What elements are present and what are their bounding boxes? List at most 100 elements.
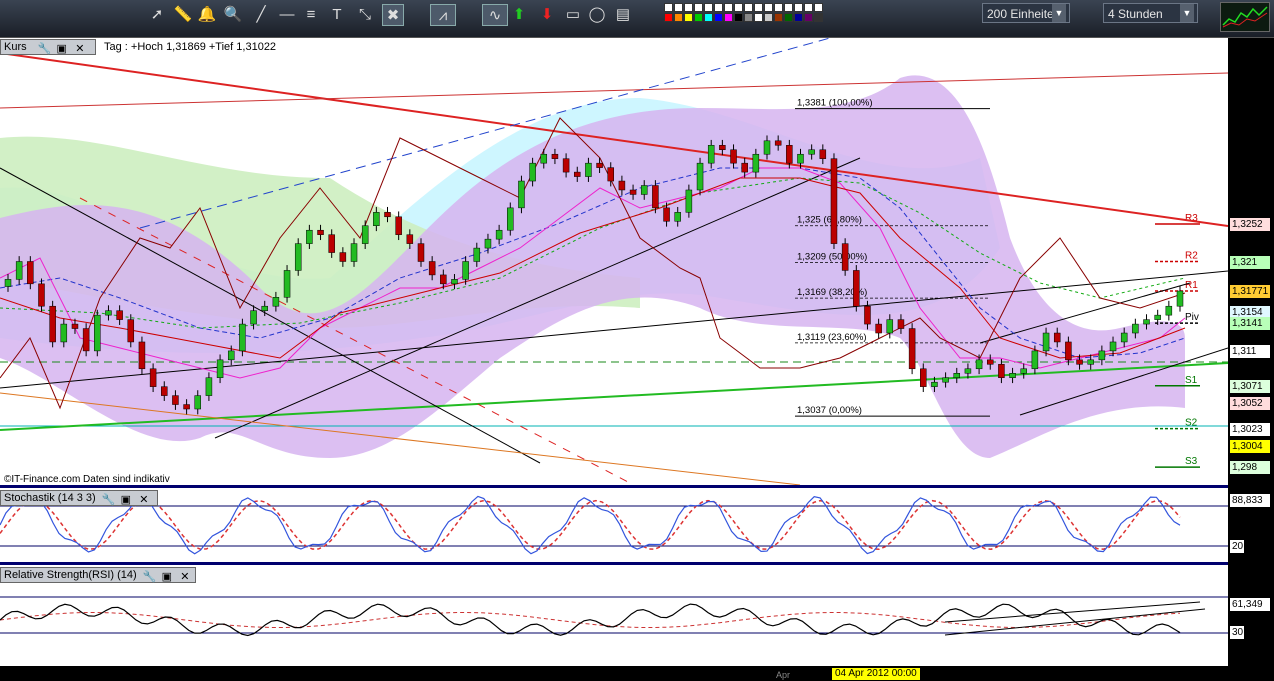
candle bbox=[1098, 350, 1106, 361]
ruler-icon[interactable]: 📏 bbox=[172, 4, 194, 26]
color-swatch[interactable] bbox=[664, 13, 673, 22]
pivot-label: S2 bbox=[1185, 418, 1198, 429]
candle bbox=[652, 185, 659, 209]
color-swatch[interactable] bbox=[764, 3, 773, 12]
interval-select[interactable]: 4 Stunden ▼ bbox=[1103, 3, 1198, 23]
color-swatch[interactable] bbox=[744, 3, 753, 12]
chart-style-icon[interactable]: ⩘ bbox=[430, 4, 456, 26]
candle bbox=[384, 212, 391, 218]
color-swatch[interactable] bbox=[694, 13, 703, 22]
price-chart[interactable]: 1,3381 (100,00%) 1,325 (61,80%) 1,3209 (50… bbox=[0, 38, 1228, 485]
candle bbox=[161, 386, 168, 396]
fibonacci-icon[interactable]: ≡ bbox=[300, 4, 322, 26]
color-swatch[interactable] bbox=[734, 13, 743, 22]
color-swatch[interactable] bbox=[764, 13, 773, 22]
color-swatch[interactable] bbox=[714, 13, 723, 22]
pivot-label: S1 bbox=[1185, 375, 1198, 386]
stochastic-value-label: 88,833 bbox=[1230, 494, 1270, 507]
color-swatch[interactable] bbox=[814, 13, 823, 22]
candle bbox=[495, 229, 503, 240]
color-swatch[interactable] bbox=[744, 13, 753, 22]
window-icon[interactable]: ▣ bbox=[161, 572, 173, 583]
candle bbox=[82, 328, 90, 352]
up-arrow-icon[interactable]: ⬆ bbox=[508, 4, 530, 26]
color-swatch[interactable] bbox=[724, 13, 733, 22]
window-icon[interactable]: ▣ bbox=[120, 495, 132, 506]
candle bbox=[1042, 332, 1050, 352]
price-scale-label: 1,3141 bbox=[1230, 317, 1270, 331]
color-swatch[interactable] bbox=[734, 3, 743, 12]
candle bbox=[998, 364, 1005, 378]
candle bbox=[864, 305, 871, 325]
stochastic-signal-line bbox=[0, 499, 1181, 550]
color-swatch[interactable] bbox=[774, 3, 783, 12]
wrench-icon[interactable]: 🔧 bbox=[102, 495, 116, 506]
color-swatch[interactable] bbox=[804, 13, 813, 22]
color-swatch[interactable] bbox=[704, 3, 713, 12]
stochastic-chart[interactable] bbox=[0, 488, 1228, 562]
color-swatch[interactable] bbox=[714, 3, 723, 12]
color-swatch[interactable] bbox=[784, 3, 793, 12]
color-swatch[interactable] bbox=[794, 13, 803, 22]
color-swatch[interactable] bbox=[804, 3, 813, 12]
candle bbox=[317, 229, 324, 235]
color-swatch[interactable] bbox=[684, 13, 693, 22]
color-swatch[interactable] bbox=[774, 13, 783, 22]
bars-select[interactable]: 200 Einheiten ▼ bbox=[982, 3, 1070, 23]
mini-chart-icon[interactable] bbox=[1220, 2, 1270, 32]
candle bbox=[964, 368, 972, 374]
window-icon[interactable]: ▣ bbox=[56, 44, 68, 55]
candle bbox=[451, 279, 458, 285]
close-icon[interactable]: ✕ bbox=[74, 44, 86, 55]
indicator-icon[interactable]: ∿ bbox=[482, 4, 508, 26]
candle bbox=[540, 153, 548, 164]
ellipse-icon[interactable]: ◯ bbox=[586, 4, 608, 26]
color-swatch[interactable] bbox=[754, 3, 763, 12]
tools-icon[interactable]: ✖ bbox=[382, 4, 404, 26]
color-swatch[interactable] bbox=[754, 13, 763, 22]
color-swatch[interactable] bbox=[794, 3, 803, 12]
color-swatch[interactable] bbox=[724, 3, 733, 12]
price-scale[interactable] bbox=[1228, 38, 1274, 681]
down-arrow-icon[interactable]: ⬇ bbox=[536, 4, 558, 26]
time-axis[interactable] bbox=[0, 666, 1228, 681]
bell-icon[interactable]: 🔔 bbox=[196, 4, 218, 26]
candle bbox=[339, 252, 347, 262]
text-icon[interactable]: T bbox=[326, 4, 348, 26]
horizontal-line-icon[interactable]: — bbox=[276, 4, 298, 26]
color-swatch[interactable] bbox=[684, 3, 693, 12]
color-swatch[interactable] bbox=[784, 13, 793, 22]
candle bbox=[953, 373, 961, 378]
price-scale-label: 1,321 bbox=[1230, 255, 1270, 269]
color-swatch[interactable] bbox=[704, 13, 713, 22]
candle bbox=[752, 153, 760, 173]
color-swatch[interactable] bbox=[814, 3, 823, 12]
candle bbox=[618, 180, 626, 191]
close-icon[interactable]: ✕ bbox=[138, 495, 150, 506]
candle bbox=[127, 319, 135, 343]
cursor-icon[interactable]: ➚ bbox=[146, 4, 168, 26]
color-swatch[interactable] bbox=[664, 3, 673, 12]
text-box-icon[interactable]: ▤ bbox=[612, 4, 634, 26]
wrench-icon[interactable]: 🔧 bbox=[38, 44, 52, 55]
trendline-icon[interactable]: ╱ bbox=[250, 4, 272, 26]
candle bbox=[674, 212, 681, 222]
price-scale-label: 1,311 bbox=[1230, 344, 1270, 358]
candle bbox=[1053, 332, 1061, 343]
candle bbox=[294, 243, 302, 271]
rsi-panel-header: Relative Strength(RSI) (14) 🔧 ▣ ✕ bbox=[0, 567, 196, 583]
color-swatch[interactable] bbox=[674, 13, 683, 22]
stochastic-panel-header: Stochastik (14 3 3) 🔧 ▣ ✕ bbox=[0, 490, 158, 506]
price-scale-label: 1,3252 bbox=[1230, 217, 1270, 231]
color-swatch[interactable] bbox=[694, 3, 703, 12]
candle bbox=[819, 149, 827, 159]
close-icon[interactable]: ✕ bbox=[179, 572, 191, 583]
zoom-icon[interactable]: 🔍 bbox=[222, 4, 244, 26]
wrench-icon[interactable]: 🔧 bbox=[143, 572, 157, 583]
candle bbox=[986, 359, 994, 365]
copyright: ©IT-Finance.com Daten sind indikativ bbox=[4, 474, 170, 485]
arrows-icon[interactable]: ⤡ bbox=[354, 4, 376, 26]
rectangle-icon[interactable]: ▭ bbox=[562, 4, 584, 26]
color-swatch[interactable] bbox=[674, 3, 683, 12]
candle bbox=[1165, 305, 1173, 316]
